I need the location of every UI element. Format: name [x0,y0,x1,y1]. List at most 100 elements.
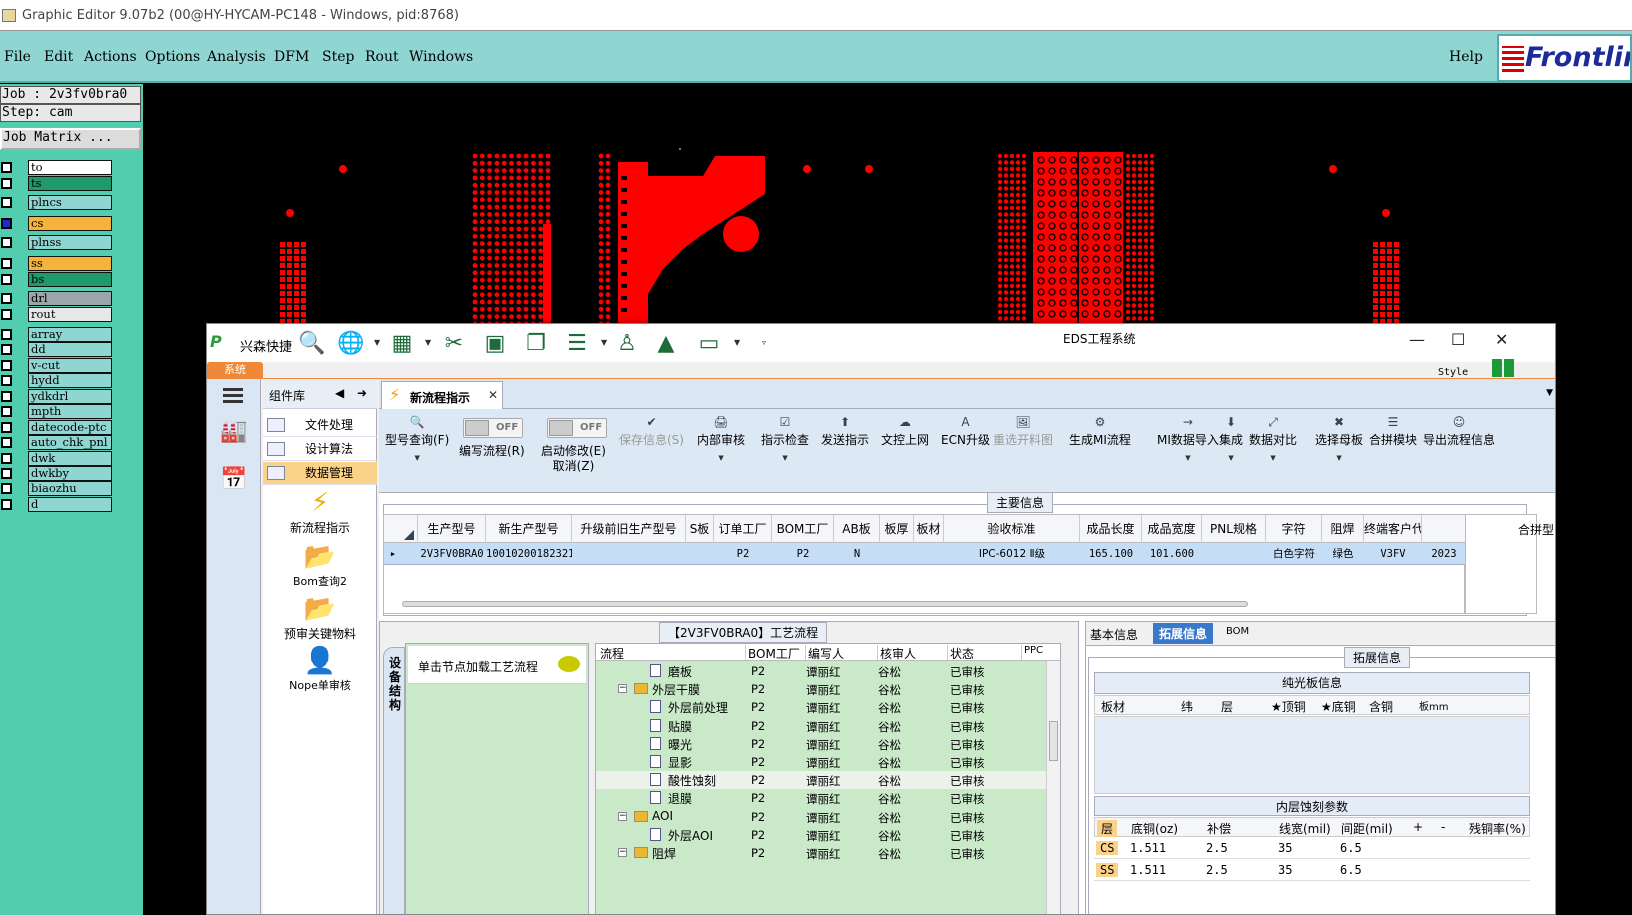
layer-row[interactable]: bs [0,272,112,287]
table-cell[interactable] [914,543,944,565]
column-header[interactable]: 底铜(oz) [1131,820,1178,837]
layer-row[interactable]: hydd [0,373,112,388]
menu-options[interactable]: Options [145,49,200,65]
table-cell[interactable] [572,543,686,565]
calculator-icon[interactable]: 📅 [219,467,249,497]
column-header[interactable]: 残铜率(%) [1469,820,1526,837]
scissors-icon[interactable]: ✂ [441,331,467,357]
layer-name[interactable]: hydd [28,373,112,388]
grid-icon[interactable]: ▦ [389,331,415,357]
table-cell[interactable] [1202,543,1266,565]
layer-checkbox[interactable] [1,258,12,269]
column-header[interactable]: S板 [686,515,714,543]
layer-name[interactable]: biaozhu [28,481,112,496]
item-new-flow[interactable]: ⚡ 新流程指示 [263,487,377,536]
layer-row[interactable]: ts [0,176,112,191]
instruction-check-button[interactable]: ☑ 指示检查 ▼ [761,415,809,462]
column-header[interactable]: 线宽(mil) [1279,820,1331,837]
layer-checkbox[interactable] [1,453,12,464]
list-item[interactable]: 曝光 P2 谭丽红 谷松 已审核 [596,735,1060,753]
layer-row[interactable]: datecode-ptc [0,420,112,435]
style-menu[interactable]: Style [1438,367,1468,378]
job-matrix-button[interactable]: Job Matrix ... [0,128,141,150]
column-header[interactable]: 层 [1221,698,1233,715]
layer-name[interactable]: dwk [28,451,112,466]
layer-row[interactable]: rout [0,307,112,322]
collapse-icon[interactable]: − [618,684,627,694]
menu-analysis[interactable]: Analysis [207,49,266,65]
table-row[interactable]: ▶ 2V3FV0BRA0 10010200182321 P2 P2 N IPC-6012 Ⅱ… [384,543,1466,565]
column-header[interactable]: 板材 [1101,698,1125,715]
layer-name[interactable]: plncs [28,195,112,210]
internal-review-button[interactable]: 🖨 内部审核 ▼ [697,415,745,462]
column-header[interactable]: 纬 [1181,698,1193,715]
column-header[interactable]: 终端客户代码 [1364,515,1422,543]
table-cell[interactable] [880,543,914,565]
scrollbar-thumb[interactable] [402,601,1248,607]
menu-design-algorithm[interactable]: 设计算法 [263,438,377,461]
data-compare-button[interactable]: ⤢ 数据对比 ▼ [1249,415,1297,462]
maximize-icon[interactable]: ☐ [1451,330,1465,349]
export-flow-button[interactable]: ☺ 导出流程信息 [1423,415,1495,448]
layer-name[interactable]: cs [28,216,112,231]
column-header[interactable]: - [1441,820,1445,834]
table-cell[interactable]: V3FV [1364,543,1422,565]
list-item[interactable]: 外层前处理 P2 谭丽红 谷松 已审核 [596,698,1060,716]
list-item[interactable]: 退膜 P2 谭丽红 谷松 已审核 [596,789,1060,807]
column-header[interactable]: 成品长度 [1080,515,1142,543]
window-icon[interactable]: ▭ [696,331,722,357]
table-cell[interactable]: P2 [714,543,772,565]
table-cell[interactable]: 10010200182321 [486,543,572,565]
tab-extended-info[interactable]: 拓展信息 [1153,623,1214,644]
list-item[interactable] [596,652,1060,662]
layer-checkbox[interactable] [1,406,12,417]
list-item[interactable]: 酸性蚀刻 P2 谭丽红 谷松 已审核 [596,771,1060,790]
layer-name[interactable]: ydkdrl [28,389,112,404]
layer-checkbox[interactable] [1,483,12,494]
list-item[interactable]: 外层AOI P2 谭丽红 谷松 已审核 [596,826,1060,844]
table-cell[interactable]: 1.511 [1130,841,1166,855]
table-cell[interactable]: 101.600 [1142,543,1202,565]
column-header[interactable]: 间距(mil) [1341,820,1393,837]
tab-new-flow[interactable]: ⚡ 新流程指示 ✕ [381,381,503,409]
start-edit-toggle[interactable]: OFF [547,418,607,438]
column-header[interactable]: BOM工厂 [772,515,834,543]
table-cell[interactable]: 白色字符 [1266,543,1322,565]
layer-checkbox[interactable] [1,422,12,433]
layer-row[interactable]: auto_chk_pnl [0,435,112,450]
user-icon[interactable]: ♙ [614,331,640,357]
tab-bom[interactable]: BOM [1226,626,1249,637]
layer-checkbox[interactable] [1,329,12,340]
table-cell[interactable]: CS [1096,841,1119,855]
ecn-upgrade-button[interactable]: A ECN升级 [941,415,990,448]
column-header[interactable]: 板mm [1419,698,1448,713]
layer-checkbox[interactable] [1,237,12,248]
list-item[interactable]: 贴膜 P2 谭丽红 谷松 已审核 [596,717,1060,735]
chart-icon[interactable]: ▲ [653,331,679,357]
column-header[interactable]: 验收标准 [944,515,1080,543]
layer-row[interactable]: v-cut [0,358,112,373]
column-header[interactable]: 板材 [914,515,944,543]
menu-rout[interactable]: Rout [365,49,399,65]
layer-checkbox[interactable] [1,375,12,386]
hamburger-icon[interactable] [223,388,243,391]
integrate-button[interactable]: ⬇ 集成 ▼ [1219,415,1243,462]
column-header[interactable]: 升级前旧生产型号 [572,515,686,543]
doc-control-button[interactable]: ☁ 文控上网 [881,415,929,448]
layer-checkbox[interactable] [1,274,12,285]
column-header[interactable]: 生产型号 [418,515,486,543]
layer-row[interactable]: to [0,160,112,175]
film-icon[interactable]: ▣ [482,331,508,357]
copy-icon[interactable]: ❐ [523,331,549,357]
column-header[interactable]: ★顶铜 [1271,698,1306,715]
edit-flow-toggle[interactable]: OFF [463,418,523,438]
layer-name[interactable]: plnss [28,235,112,250]
menu-help[interactable]: Help [1449,49,1483,65]
globe-icon[interactable]: 🌐 [337,331,364,357]
table-cell[interactable]: 6.5 [1340,863,1362,877]
list-item[interactable]: − 外层干膜 P2 谭丽红 谷松 已审核 [596,680,1060,698]
menu-data-management[interactable]: 数据管理 [263,462,377,485]
mi-import-button[interactable]: → MI数据导入 ▼ [1157,415,1219,462]
layer-name[interactable]: dwkby [28,466,112,481]
reselect-cut-button[interactable]: 🖼 重选开料图 [993,415,1053,448]
